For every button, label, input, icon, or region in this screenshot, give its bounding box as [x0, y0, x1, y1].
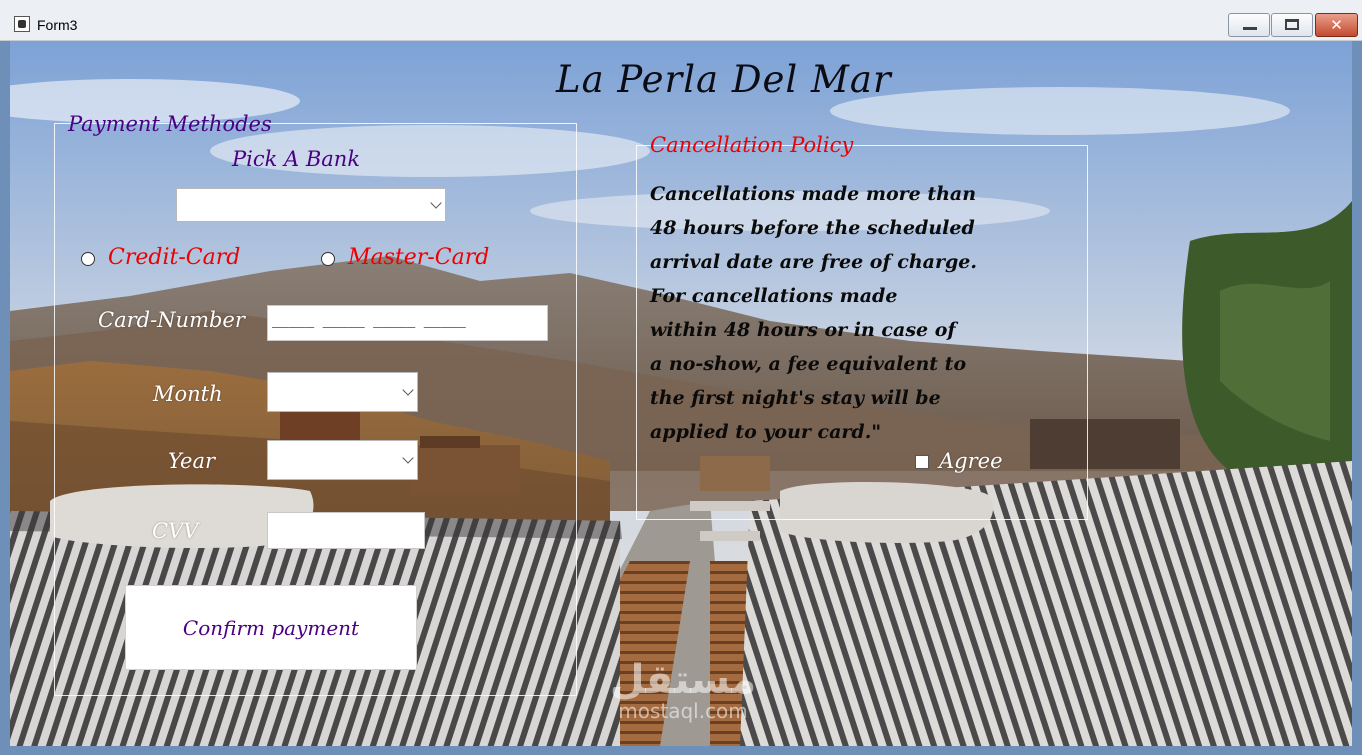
policy-line: the first night's stay will be — [650, 387, 941, 409]
month-label: Month — [153, 382, 223, 406]
credit-card-radio[interactable] — [81, 252, 95, 266]
bank-select[interactable] — [176, 188, 446, 222]
chevron-down-icon — [430, 197, 442, 209]
policy-text: Cancellations made more than 48 hours be… — [650, 177, 990, 449]
minimize-button[interactable] — [1228, 13, 1270, 37]
card-number-label: Card-Number — [98, 308, 245, 332]
agree-checkbox[interactable] — [915, 455, 929, 469]
agree-label[interactable]: Agree — [939, 449, 1003, 473]
maximize-button[interactable] — [1271, 13, 1313, 37]
policy-line: 48 hours before the scheduled — [650, 217, 975, 239]
confirm-payment-button[interactable]: Confirm payment — [125, 585, 417, 670]
policy-line: a no-show, a fee equivalent to — [650, 353, 967, 375]
cancellation-policy-title: Cancellation Policy — [650, 133, 854, 157]
master-card-label[interactable]: Master-Card — [348, 245, 489, 270]
close-icon: ✕ — [1330, 16, 1343, 34]
watermark-arabic: مستقل — [609, 657, 757, 703]
window-titlebar: Form3 ✕ — [0, 0, 1362, 41]
policy-line: within 48 hours or in case of — [650, 319, 956, 341]
hotel-title: La Perla Del Mar — [556, 58, 892, 101]
cvv-label: CVV — [152, 519, 199, 543]
policy-line: arrival date are free of charge. — [650, 251, 977, 273]
maximize-icon — [1285, 19, 1299, 30]
minimize-icon — [1243, 27, 1257, 30]
policy-line: Cancellations made more than — [650, 183, 977, 205]
chevron-down-icon — [402, 384, 414, 396]
chevron-down-icon — [402, 452, 414, 464]
pick-bank-label: Pick A Bank — [232, 147, 361, 171]
payment-methods-title: Payment Methodes — [68, 112, 272, 136]
master-card-radio[interactable] — [321, 252, 335, 266]
year-select[interactable] — [267, 440, 418, 480]
watermark: مستقل mostaql.com — [598, 660, 768, 722]
confirm-payment-label: Confirm payment — [182, 615, 360, 640]
year-label: Year — [168, 449, 216, 473]
watermark-latin: mostaql.com — [618, 699, 748, 723]
close-button[interactable]: ✕ — [1315, 13, 1358, 37]
credit-card-label[interactable]: Credit-Card — [108, 245, 240, 270]
app-icon — [14, 16, 30, 32]
policy-line: applied to your card." — [650, 421, 882, 443]
cvv-field[interactable] — [267, 512, 425, 549]
card-number-field[interactable]: _____ _____ _____ _____ — [267, 305, 548, 341]
month-select[interactable] — [267, 372, 418, 412]
window-title: Form3 — [37, 17, 78, 33]
policy-line: For cancellations made — [650, 285, 898, 307]
